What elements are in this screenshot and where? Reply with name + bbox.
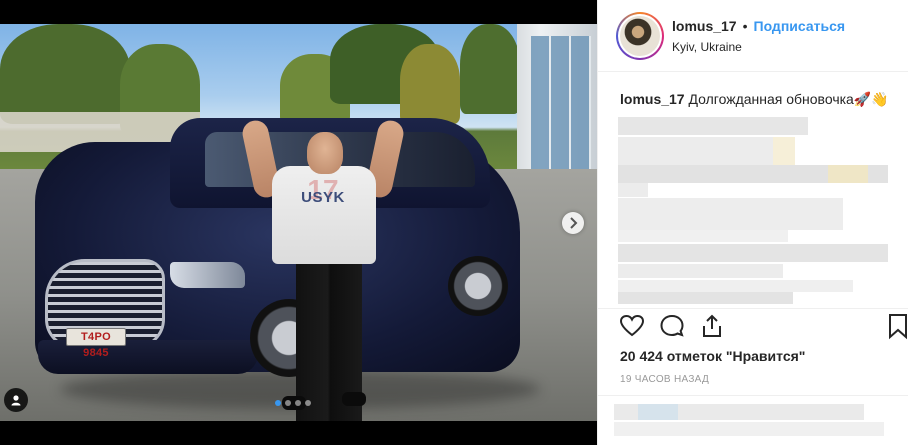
- blurred-comment: [618, 198, 843, 230]
- comment-area[interactable]: [598, 395, 908, 445]
- blurred-comment: [618, 137, 778, 165]
- caption-username[interactable]: lomus_17: [620, 91, 685, 107]
- person-head: [307, 132, 343, 174]
- follow-button[interactable]: Подписаться: [754, 18, 846, 34]
- blurred-comment: [618, 117, 808, 135]
- post-caption: lomus_17 Долгожданная обновочка🚀👋: [620, 90, 900, 108]
- carousel-dot: [285, 400, 291, 406]
- header-user-row: lomus_17 • Подписаться: [672, 18, 845, 34]
- heart-icon[interactable]: [618, 312, 646, 340]
- license-plate: T4PO 9845: [66, 328, 126, 359]
- blurred-comment: [618, 244, 888, 262]
- blurred-comment-input: [638, 404, 678, 420]
- carousel-next-button[interactable]: [562, 212, 584, 234]
- location-link[interactable]: Kyiv, Ukraine: [672, 40, 742, 54]
- blurred-comment: [618, 280, 853, 292]
- shirt-logo: USYK: [301, 189, 345, 206]
- blurred-comment: [618, 292, 793, 304]
- blurred-comment: [618, 183, 648, 197]
- caption-emojis: 🚀👋: [853, 91, 889, 107]
- chevron-right-icon: [570, 217, 578, 229]
- blurred-comment-input: [614, 422, 884, 436]
- carousel-dot: [305, 400, 311, 406]
- background-tree: [0, 24, 130, 124]
- user-tag-button[interactable]: [4, 388, 28, 412]
- bookmark-icon[interactable]: [884, 312, 908, 340]
- username-link[interactable]: lomus_17: [672, 18, 737, 34]
- like-count[interactable]: 20 424 отметок "Нравится": [620, 348, 805, 364]
- blurred-comment: [828, 165, 868, 183]
- avatar-image: [620, 16, 660, 56]
- blurred-comment: [618, 264, 783, 278]
- blurred-comment: [773, 137, 795, 165]
- car-headlight: [170, 262, 245, 288]
- blurred-comment: [618, 230, 788, 242]
- post-header: lomus_17 • Подписаться Kyiv, Ukraine: [598, 0, 908, 72]
- post-timestamp[interactable]: 19 ЧАСОВ НАЗАД: [620, 374, 709, 385]
- carousel-indicator: [275, 400, 311, 406]
- person-shoe: [342, 392, 366, 406]
- user-tag-icon: [11, 395, 21, 406]
- post-sidebar: lomus_17 • Подписаться Kyiv, Ukraine lom…: [597, 0, 908, 445]
- separator-bullet: •: [742, 18, 748, 34]
- background-tree: [400, 44, 460, 124]
- caption-text: Долгожданная обновочка: [688, 91, 854, 107]
- background-tree: [460, 24, 520, 114]
- car-wheel-rear: [448, 256, 508, 316]
- carousel-dot: [295, 400, 301, 406]
- avatar-ring: [618, 14, 662, 58]
- carousel-dot: [275, 400, 281, 406]
- share-icon[interactable]: [698, 312, 726, 340]
- avatar[interactable]: [616, 12, 664, 60]
- post-photo[interactable]: T4PO 9845 17 USYK: [0, 24, 597, 421]
- post-media[interactable]: T4PO 9845 17 USYK: [0, 0, 597, 445]
- comment-icon[interactable]: [658, 312, 686, 340]
- building-windows: [531, 36, 591, 176]
